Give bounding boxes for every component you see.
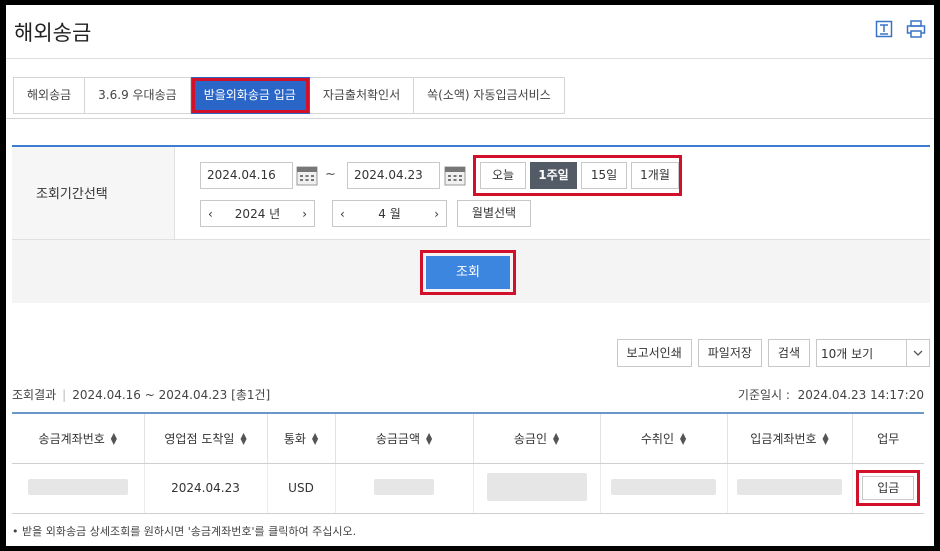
query-button[interactable]: 조회: [426, 256, 510, 289]
result-summary: 조회결과 | 2024.04.16 ~ 2024.04.23 [총1건]: [12, 386, 270, 403]
table-row: 2024.04.23 USD 입금: [12, 463, 924, 514]
cell-arrival-date: 2024.04.23: [144, 463, 268, 514]
start-calendar-icon[interactable]: [295, 163, 319, 188]
remittance-table: 송금계좌번호 ▲ ▼ 영업점 도착일 ▲ ▼ 통화 ▲ ▼ 송금금액 ▲ ▼ 송금인 ▲ ▼ 수취인…: [12, 412, 924, 514]
bullet-icon: •: [12, 525, 19, 538]
result-toolbar: 보고서인쇄 파일저장 검색 10개 보기: [616, 339, 930, 367]
col-header-deposit-account[interactable]: 입금계좌번호 ▲ ▼: [727, 412, 853, 464]
cell-currency: USD: [267, 463, 336, 514]
search-button[interactable]: 검색: [767, 339, 810, 367]
chevron-down-icon: [906, 340, 923, 366]
period-label: 조회기간선택: [36, 187, 108, 202]
col-header-amount[interactable]: 송금금액 ▲ ▼: [335, 412, 474, 464]
page-title: 해외송금: [14, 21, 92, 45]
year-prev-button[interactable]: ‹: [208, 207, 213, 221]
window-frame: 해외송금 해외송금 3.6.9 우대송금 받을외화송금 입금 자금출처확인서 쏙…: [6, 5, 934, 546]
redacted-block: [737, 478, 842, 495]
sort-icon: ▲ ▼: [822, 431, 829, 447]
report-print-button[interactable]: 보고서인쇄: [616, 339, 692, 367]
deposit-button[interactable]: 입금: [862, 476, 915, 500]
page-size-value: 10개 보기: [821, 346, 874, 361]
period-label-cell: 조회기간선택: [12, 147, 175, 240]
month-next-button[interactable]: ›: [434, 207, 439, 221]
result-range: 2024.04.16 ~ 2024.04.23 [총1건]: [72, 388, 271, 402]
tab-overseas-remittance[interactable]: 해외송금: [13, 77, 86, 114]
period-value-cell: 2024.04.16 ~ 2024.04.23 오늘 1주일 15일 1개월 ‹…: [175, 147, 930, 240]
result-label: 조회결과: [12, 388, 57, 402]
excel-download-icon[interactable]: [874, 19, 894, 39]
tab-divider: [6, 118, 934, 119]
month-stepper: ‹ 4 월 ›: [332, 200, 447, 227]
tab-bar: 해외송금 3.6.9 우대송금 받을외화송금 입금 자금출처확인서 쏙(소액) …: [13, 77, 565, 114]
year-stepper: ‹ 2024 년 ›: [200, 200, 315, 227]
header-tools: [874, 19, 926, 39]
col-header-action: 업무: [852, 412, 924, 464]
month-prev-button[interactable]: ‹: [340, 207, 345, 221]
date-separator: ~: [325, 167, 336, 182]
redacted-block: [374, 478, 434, 495]
print-icon[interactable]: [906, 19, 926, 39]
period-today-button[interactable]: 오늘: [480, 162, 526, 189]
year-value: 2024 년: [234, 207, 281, 221]
title-divider: [6, 58, 934, 59]
end-calendar-icon[interactable]: [443, 163, 467, 188]
footnote-text: 받을 외화송금 상세조회를 원하시면 '송금계좌번호'를 클릭하여 주십시오.: [22, 525, 357, 538]
period-quick-buttons: 오늘 1주일 15일 1개월: [473, 155, 682, 196]
table-header-row: 송금계좌번호 ▲ ▼ 영업점 도착일 ▲ ▼ 통화 ▲ ▼ 송금금액 ▲ ▼ 송금인 ▲ ▼ 수취인…: [12, 412, 924, 464]
cell-action: 입금: [852, 463, 924, 514]
sort-icon: ▲ ▼: [426, 431, 433, 447]
monthly-select-button[interactable]: 월별선택: [457, 200, 531, 227]
col-header-sender[interactable]: 송금인 ▲ ▼: [473, 412, 601, 464]
tab-incoming-remittance-deposit[interactable]: 받을외화송금 입금: [190, 77, 310, 114]
base-datetime: 기준일시 : 2024.04.23 14:17:20: [738, 386, 924, 403]
redacted-block: [27, 478, 128, 495]
deposit-button-highlight: 입금: [856, 470, 921, 506]
tab-small-auto-deposit[interactable]: 쏙(소액) 자동입금서비스: [414, 77, 565, 114]
query-button-highlight: 조회: [420, 250, 516, 295]
month-value: 4 월: [378, 207, 401, 221]
query-area: 조회: [12, 240, 930, 303]
cell-deposit-account-redacted: [727, 463, 853, 514]
period-15days-button[interactable]: 15일: [581, 162, 627, 189]
col-header-recipient[interactable]: 수취인 ▲ ▼: [600, 412, 728, 464]
cell-recipient-redacted: [600, 463, 728, 514]
cell-amount-redacted: [335, 463, 474, 514]
search-panel: 조회기간선택 2024.04.16 ~ 2024.04.23 오늘 1주일 15…: [12, 145, 930, 303]
col-header-currency[interactable]: 통화 ▲ ▼: [267, 412, 336, 464]
sort-icon: ▲ ▼: [552, 431, 560, 447]
sort-icon: ▲ ▼: [311, 431, 319, 447]
tab-fund-source-confirmation[interactable]: 자금출처확인서: [309, 77, 415, 114]
end-date-input[interactable]: 2024.04.23: [347, 162, 440, 189]
redacted-block: [611, 478, 716, 495]
start-date-input[interactable]: 2024.04.16: [200, 162, 293, 189]
cell-sender-redacted: [473, 463, 601, 514]
cell-remittance-account-redacted[interactable]: [12, 463, 145, 514]
redacted-block: [486, 472, 587, 501]
sort-icon: ▲ ▼: [240, 431, 247, 447]
page-size-select[interactable]: 10개 보기: [816, 339, 930, 367]
period-1month-button[interactable]: 1개월: [631, 162, 679, 189]
result-divider: |: [62, 388, 67, 402]
col-header-arrival-date[interactable]: 영업점 도착일 ▲ ▼: [144, 412, 268, 464]
sort-icon: ▲ ▼: [110, 431, 117, 447]
base-datetime-value: 2024.04.23 14:17:20: [797, 388, 924, 402]
base-datetime-label: 기준일시 :: [737, 388, 790, 402]
save-file-button[interactable]: 파일저장: [697, 339, 762, 367]
sort-icon: ▲ ▼: [679, 431, 687, 447]
period-1week-button[interactable]: 1주일: [530, 162, 577, 189]
year-next-button[interactable]: ›: [302, 207, 307, 221]
tab-369-remittance[interactable]: 3.6.9 우대송금: [85, 77, 191, 114]
col-header-remittance-account[interactable]: 송금계좌번호 ▲ ▼: [12, 412, 145, 464]
footnote: • 받을 외화송금 상세조회를 원하시면 '송금계좌번호'를 클릭하여 주십시오…: [12, 523, 356, 539]
